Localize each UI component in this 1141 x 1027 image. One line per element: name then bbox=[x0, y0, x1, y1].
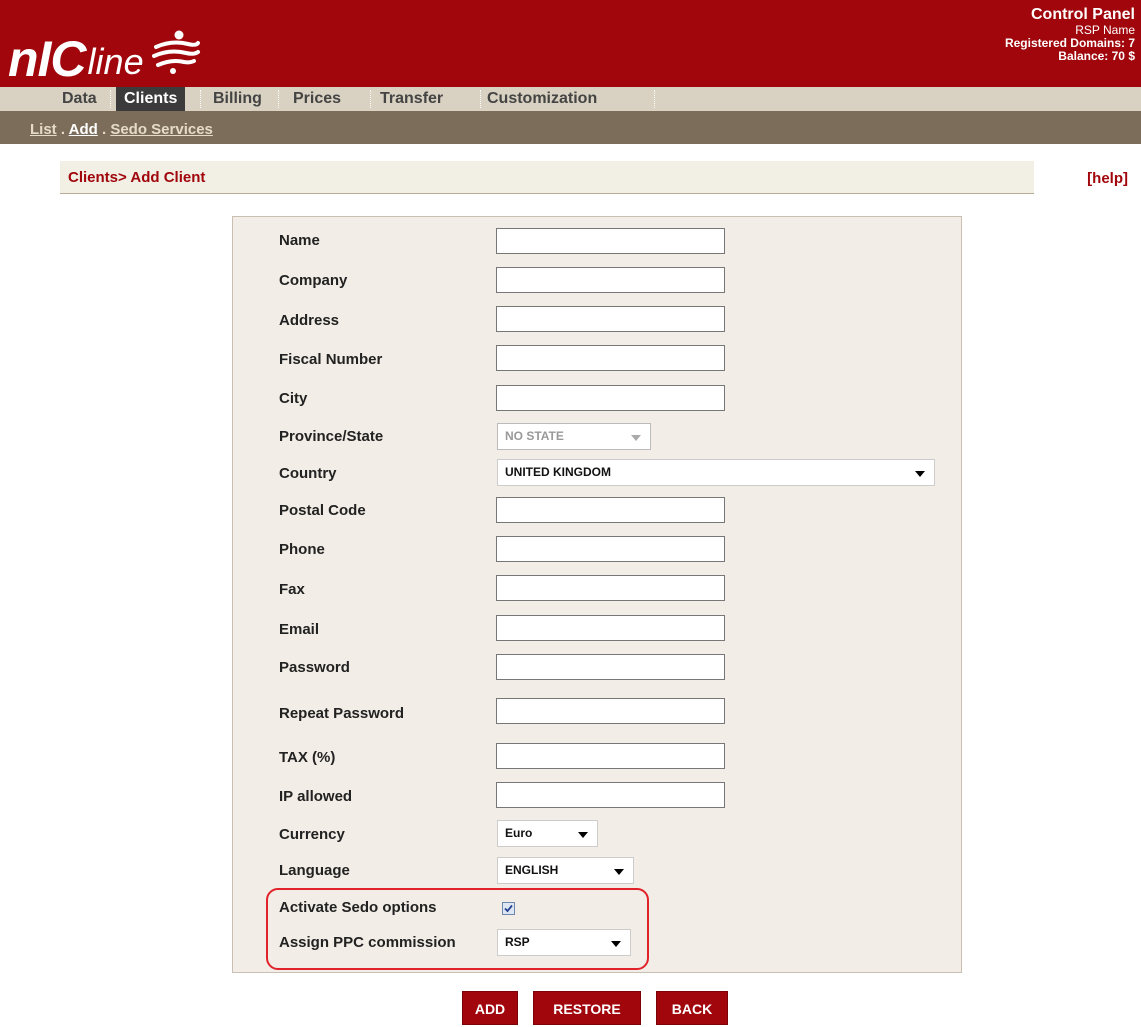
name-label: Name bbox=[279, 232, 320, 249]
subnav-add[interactable]: Add bbox=[69, 121, 98, 138]
subnav-separator: . bbox=[101, 121, 107, 138]
nav-separator bbox=[654, 90, 656, 108]
currency-value: Euro bbox=[505, 826, 533, 840]
back-button[interactable]: BACK bbox=[656, 991, 728, 1025]
balance: Balance: 70 $ bbox=[1058, 49, 1135, 63]
language-label: Language bbox=[279, 862, 350, 879]
city-label: City bbox=[279, 390, 308, 407]
logo-line-text: line bbox=[87, 41, 144, 82]
country-label: Country bbox=[279, 465, 337, 482]
address-input[interactable] bbox=[496, 306, 725, 332]
header-bar: nIC line Control Panel RSP Name Register… bbox=[0, 0, 1141, 87]
email-input[interactable] bbox=[496, 615, 725, 641]
phone-label: Phone bbox=[279, 541, 325, 558]
ip-allowed-input[interactable] bbox=[496, 782, 725, 808]
province-state-label: Province/State bbox=[279, 428, 384, 445]
nav-customization[interactable]: Customization bbox=[487, 87, 597, 111]
repeat-password-label: Repeat Password bbox=[279, 705, 405, 722]
currency-select[interactable]: Euro bbox=[497, 820, 598, 847]
fiscal-number-input[interactable] bbox=[496, 345, 725, 371]
subnav-sedo-services[interactable]: Sedo Services bbox=[110, 121, 213, 138]
address-label: Address bbox=[279, 312, 340, 329]
currency-label: Currency bbox=[279, 826, 345, 843]
tax-label: TAX (%) bbox=[279, 749, 336, 766]
sub-nav: List . Add . Sedo Services bbox=[0, 111, 1141, 144]
subnav-separator: . bbox=[60, 121, 66, 138]
chevron-down-icon bbox=[915, 471, 925, 477]
fax-input[interactable] bbox=[496, 575, 725, 601]
restore-button[interactable]: RESTORE bbox=[533, 991, 641, 1025]
nav-separator bbox=[110, 90, 112, 108]
password-label: Password bbox=[279, 659, 350, 676]
province-state-select[interactable]: NO STATE bbox=[497, 423, 651, 450]
ip-allowed-label: IP allowed bbox=[279, 788, 353, 805]
sedo-options-highlight bbox=[266, 888, 649, 970]
phone-input[interactable] bbox=[496, 536, 725, 562]
country-select[interactable]: UNITED KINGDOM bbox=[497, 459, 935, 486]
company-label: Company bbox=[279, 272, 348, 289]
postal-code-input[interactable] bbox=[496, 497, 725, 523]
help-link[interactable]: [help] bbox=[1087, 170, 1128, 187]
postal-code-label: Postal Code bbox=[279, 502, 366, 519]
nav-clients[interactable]: Clients bbox=[116, 87, 186, 111]
nav-prices[interactable]: Prices bbox=[293, 87, 341, 111]
breadcrumb: Clients> Add Client bbox=[68, 169, 206, 186]
nav-separator bbox=[370, 90, 372, 108]
name-input[interactable] bbox=[496, 228, 725, 254]
language-value: ENGLISH bbox=[505, 863, 559, 877]
nav-separator bbox=[480, 90, 482, 108]
language-select[interactable]: ENGLISH bbox=[497, 857, 634, 884]
password-input[interactable] bbox=[496, 654, 725, 680]
city-input[interactable] bbox=[496, 385, 725, 411]
country-value: UNITED KINGDOM bbox=[505, 465, 611, 479]
add-button[interactable]: ADD bbox=[462, 991, 518, 1025]
subnav-list[interactable]: List bbox=[30, 121, 57, 138]
fiscal-number-label: Fiscal Number bbox=[279, 351, 383, 368]
chevron-down-icon bbox=[614, 869, 624, 875]
nav-separator bbox=[200, 90, 202, 108]
logo-wave-icon bbox=[151, 30, 200, 74]
email-label: Email bbox=[279, 621, 320, 638]
company-input[interactable] bbox=[496, 267, 725, 293]
logo-nic-text: nIC bbox=[8, 31, 87, 87]
breadcrumb-bar: Clients> Add Client bbox=[60, 161, 1034, 194]
nav-separator bbox=[278, 90, 280, 108]
tax-input[interactable] bbox=[496, 743, 725, 769]
nav-transfer[interactable]: Transfer bbox=[380, 87, 443, 111]
control-panel-info: Control Panel RSP Name Registered Domain… bbox=[1005, 6, 1135, 63]
province-state-value: NO STATE bbox=[505, 429, 564, 443]
nav-billing[interactable]: Billing bbox=[213, 87, 262, 111]
chevron-down-icon bbox=[631, 435, 641, 441]
nav-data[interactable]: Data bbox=[62, 87, 97, 111]
main-nav: Data Clients Billing Prices Transfer Cus… bbox=[0, 87, 1141, 111]
control-panel-title: Control Panel bbox=[1030, 6, 1135, 23]
fax-label: Fax bbox=[279, 581, 305, 598]
sub-nav-links: List . Add . Sedo Services bbox=[30, 121, 213, 138]
chevron-down-icon bbox=[578, 832, 588, 838]
nicline-logo[interactable]: nIC line bbox=[8, 6, 202, 84]
repeat-password-input[interactable] bbox=[496, 698, 725, 724]
